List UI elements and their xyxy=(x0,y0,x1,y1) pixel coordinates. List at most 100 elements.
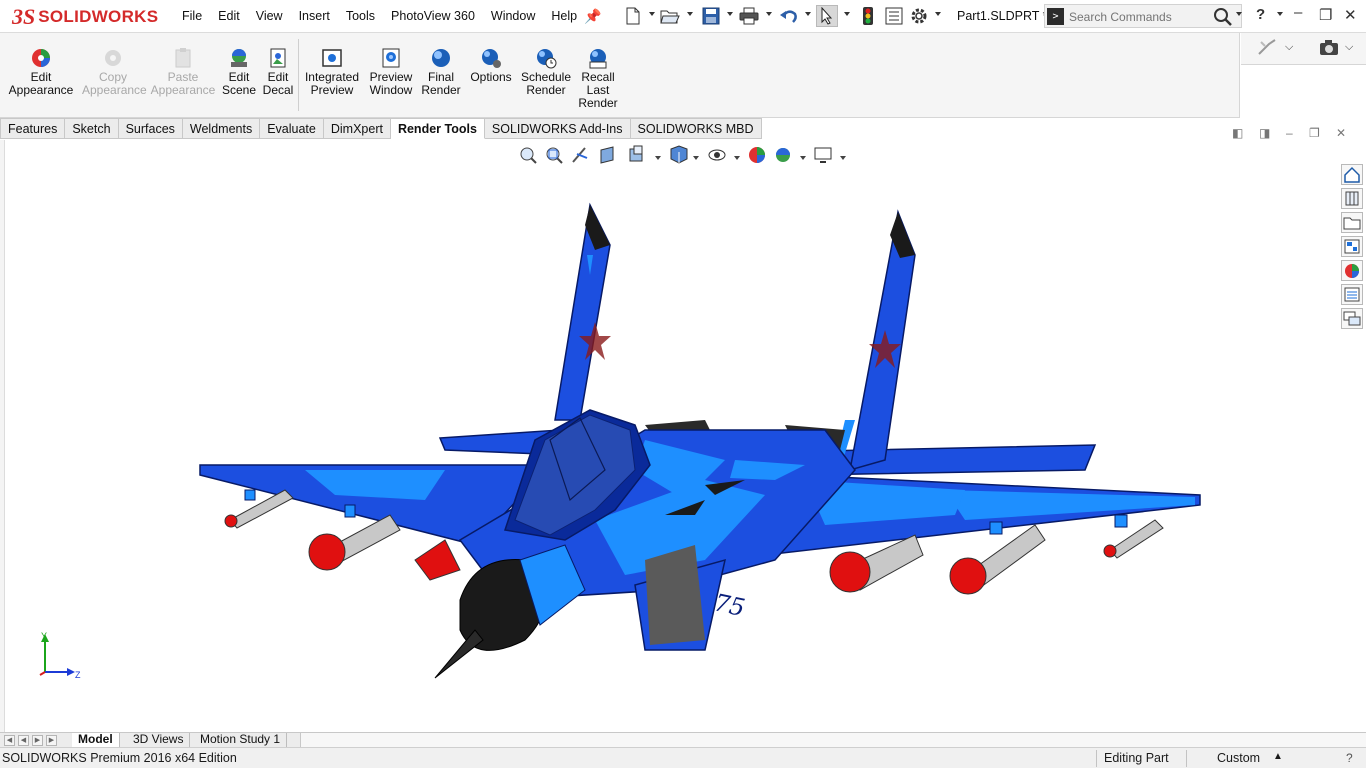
tab-dimxpert[interactable]: DimXpert xyxy=(323,118,391,139)
undo-dropdown-icon[interactable] xyxy=(805,12,811,16)
next-tab-arrow-icon[interactable]: ▶ xyxy=(32,735,43,746)
tab-3d-views[interactable]: 3D Views xyxy=(127,733,191,748)
command-prompt-icon[interactable]: > xyxy=(1047,8,1064,25)
view-palette-icon[interactable] xyxy=(1341,236,1363,257)
help-dropdown-icon[interactable] xyxy=(1277,12,1283,16)
menu-help[interactable]: Help xyxy=(551,9,577,23)
tab-features[interactable]: Features xyxy=(0,118,66,139)
copy-appearance-button[interactable]: Copy Appearance xyxy=(82,47,147,97)
solidworks-forum-icon[interactable] xyxy=(1341,308,1363,329)
section-view-icon[interactable] xyxy=(600,146,614,164)
menu-edit[interactable]: Edit xyxy=(218,9,240,23)
options-gear-icon[interactable] xyxy=(908,5,930,27)
menu-insert[interactable]: Insert xyxy=(299,9,330,23)
file-properties-icon[interactable] xyxy=(883,5,905,27)
menu-file[interactable]: File xyxy=(182,9,202,23)
previous-view-icon[interactable] xyxy=(572,147,588,163)
close-icon[interactable]: ✕ xyxy=(1344,6,1357,24)
edit-decal-button[interactable]: Edit Decal xyxy=(262,47,294,97)
help-icon[interactable]: ? xyxy=(1256,6,1265,23)
tab-evaluate[interactable]: Evaluate xyxy=(260,118,324,139)
menu-photoview[interactable]: PhotoView 360 xyxy=(391,9,475,23)
viewport-maximize-icon[interactable]: ❐ xyxy=(1309,126,1320,140)
search-dropdown-icon[interactable] xyxy=(1236,12,1242,16)
options-dropdown-icon[interactable] xyxy=(935,12,941,16)
restore-icon[interactable]: ❐ xyxy=(1319,6,1332,24)
sketch-tool-icon[interactable] xyxy=(1257,38,1279,61)
expand-chevron-icon[interactable]: ⌵ xyxy=(1285,41,1293,54)
view-settings-dropdown-icon[interactable] xyxy=(840,156,846,160)
rebuild-icon[interactable] xyxy=(857,5,879,27)
status-help-icon[interactable]: ? xyxy=(1346,751,1353,765)
camera-icon[interactable] xyxy=(1319,39,1339,60)
menu-tools[interactable]: Tools xyxy=(346,9,375,23)
menu-view[interactable]: View xyxy=(256,9,283,23)
tab-solidworks-add-ins[interactable]: SOLIDWORKS Add-Ins xyxy=(484,118,631,139)
previous-tab-arrow-icon[interactable]: ◀ xyxy=(18,735,29,746)
solidworks-resources-icon[interactable] xyxy=(1341,164,1363,185)
last-tab-arrow-icon[interactable]: ▶ xyxy=(46,735,57,746)
custom-properties-icon[interactable] xyxy=(1341,284,1363,305)
unit-system-dropdown-icon[interactable]: ▲ xyxy=(1273,751,1283,762)
tab-sketch[interactable]: Sketch xyxy=(65,118,119,139)
file-explorer-icon[interactable] xyxy=(1341,212,1363,233)
final-render-button[interactable]: Final Render xyxy=(420,47,462,97)
open-document-icon[interactable] xyxy=(659,5,681,27)
graphics-area[interactable]: ◧ ◨ – ❐ ✕ 75 Y Z xyxy=(5,126,1346,732)
apply-scene-dropdown-icon[interactable] xyxy=(800,156,806,160)
paste-appearance-button[interactable]: Paste Appearance xyxy=(150,47,216,97)
tab-render-tools[interactable]: Render Tools xyxy=(390,118,485,139)
preview-window-button[interactable]: Preview Window xyxy=(366,47,416,97)
print-icon[interactable] xyxy=(738,5,760,27)
print-dropdown-icon[interactable] xyxy=(766,12,772,16)
hide-show-dropdown-icon[interactable] xyxy=(734,156,740,160)
view-settings-icon[interactable] xyxy=(814,147,832,163)
search-input[interactable] xyxy=(1069,8,1209,25)
open-dropdown-icon[interactable] xyxy=(687,12,693,16)
edit-scene-button[interactable]: Edit Scene xyxy=(222,47,256,97)
edit-appearance-button[interactable]: Edit Appearance xyxy=(8,47,74,97)
solidworks-logo[interactable]: 3S SOLIDWORKS xyxy=(12,2,158,32)
tab-model[interactable]: Model xyxy=(72,733,120,748)
tab-solidworks-mbd[interactable]: SOLIDWORKS MBD xyxy=(630,118,762,139)
schedule-render-button[interactable]: Schedule Render xyxy=(520,47,572,97)
zoom-to-fit-icon[interactable] xyxy=(520,147,537,164)
save-dropdown-icon[interactable] xyxy=(727,12,733,16)
first-tab-arrow-icon[interactable]: ◀ xyxy=(4,735,15,746)
minimize-icon[interactable]: – xyxy=(1294,4,1302,21)
search-commands-box[interactable]: > xyxy=(1044,4,1242,28)
menu-window[interactable]: Window xyxy=(491,9,535,23)
search-icon[interactable] xyxy=(1213,7,1233,27)
design-library-icon[interactable] xyxy=(1341,188,1363,209)
pin-menu-icon[interactable]: 📌 xyxy=(584,8,601,25)
select-icon[interactable] xyxy=(816,5,838,27)
undo-icon[interactable] xyxy=(778,5,800,27)
edit-appearance-hud-icon[interactable] xyxy=(749,147,765,163)
tab-weldments[interactable]: Weldments xyxy=(182,118,261,139)
display-style-dropdown-icon[interactable] xyxy=(693,156,699,160)
save-icon[interactable] xyxy=(700,5,722,27)
tab-motion-study-1[interactable]: Motion Study 1 xyxy=(194,733,288,748)
display-style-icon[interactable] xyxy=(670,145,688,164)
view-orientation-icon[interactable] xyxy=(629,145,643,162)
tab-surfaces[interactable]: Surfaces xyxy=(118,118,183,139)
integrated-preview-button[interactable]: Integrated Preview xyxy=(302,47,362,97)
unit-system-selector[interactable]: Custom xyxy=(1217,751,1260,765)
appearances-scenes-decals-icon[interactable] xyxy=(1341,260,1363,281)
zoom-to-area-icon[interactable] xyxy=(546,147,563,164)
hide-show-items-icon[interactable] xyxy=(708,149,726,161)
select-dropdown-icon[interactable] xyxy=(844,12,850,16)
render-options-button[interactable]: Options xyxy=(468,47,514,84)
camera-dropdown-icon[interactable]: ⌵ xyxy=(1345,41,1353,54)
viewport-minimize-icon[interactable]: – xyxy=(1286,126,1293,140)
apply-scene-icon[interactable] xyxy=(776,148,790,162)
viewport-close-icon[interactable]: ✕ xyxy=(1336,126,1346,140)
view-orientation-dropdown-icon[interactable] xyxy=(655,156,661,160)
tile-right-icon[interactable]: ◨ xyxy=(1259,126,1270,140)
jet-fighter-model[interactable]: 75 xyxy=(185,195,1215,695)
new-document-icon[interactable] xyxy=(622,5,644,27)
recall-last-render-button[interactable]: Recall Last Render xyxy=(576,47,620,110)
tile-left-icon[interactable]: ◧ xyxy=(1232,126,1243,140)
new-dropdown-icon[interactable] xyxy=(649,12,655,16)
horizontal-scroll-area[interactable] xyxy=(300,733,1366,748)
